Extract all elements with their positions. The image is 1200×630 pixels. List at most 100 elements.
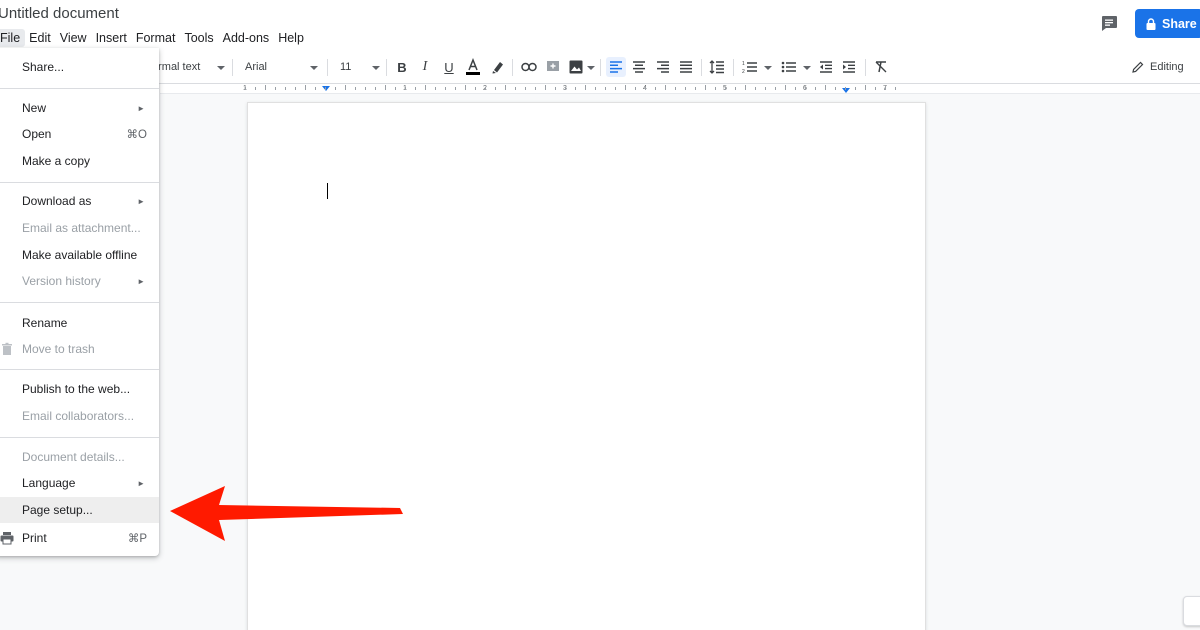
editing-mode-label: Editing	[1150, 61, 1184, 73]
menu-format[interactable]: Format	[132, 29, 181, 47]
header: Untitled document File Edit View Insert …	[0, 0, 1200, 50]
ruler-tick	[415, 87, 416, 90]
add-comment-icon	[547, 61, 559, 71]
align-center-button[interactable]	[629, 57, 649, 77]
italic-icon: I	[422, 59, 428, 74]
insert-image-button[interactable]	[566, 57, 586, 77]
ruler-tick	[265, 85, 266, 90]
menu-item-label: Document details...	[22, 450, 125, 464]
ruler-tick	[835, 87, 836, 90]
image-icon	[569, 60, 583, 74]
menu-item-open[interactable]: Open ⌘O	[0, 121, 159, 147]
share-label: Share	[1162, 16, 1197, 31]
comment-icon	[1102, 16, 1117, 31]
submenu-arrow-icon: ►	[137, 276, 145, 286]
justify-button[interactable]	[676, 57, 696, 77]
ruler-tick	[475, 87, 476, 90]
menu-item-label: Print	[22, 531, 47, 545]
insert-link-button[interactable]	[519, 57, 539, 77]
link-icon	[521, 62, 537, 72]
menu-insert[interactable]: Insert	[92, 29, 132, 47]
toolbar-divider	[512, 59, 513, 76]
align-right-button[interactable]	[653, 57, 673, 77]
menu-view[interactable]: View	[56, 29, 92, 47]
menu-item-share[interactable]: Share...	[0, 54, 159, 80]
menu-item-new[interactable]: New ►	[0, 95, 159, 121]
underline-icon: U	[444, 59, 454, 75]
numbered-list-icon: 1 2	[742, 61, 757, 74]
menu-item-publish-to-the-web[interactable]: Publish to the web...	[0, 376, 159, 402]
menu-file[interactable]: File	[0, 29, 26, 47]
share-button[interactable]: Share	[1135, 9, 1200, 38]
ruler-tick	[645, 87, 646, 90]
toolbar: ormal text Arial 11 B I U 1 2 Editing	[0, 50, 1200, 84]
bulleted-list-button[interactable]	[779, 57, 799, 77]
ruler-tick	[485, 87, 486, 90]
ruler-tick	[315, 87, 316, 90]
menu-item-make-available-offline[interactable]: Make available offline	[0, 242, 159, 268]
ruler[interactable]: 1 1 2 3 4 5 6 7	[160, 84, 1200, 94]
trash-icon	[2, 342, 12, 355]
italic-button[interactable]: I	[415, 57, 435, 77]
ruler-tick	[665, 85, 666, 90]
ruler-tick	[465, 85, 466, 90]
ruler-tick	[555, 87, 556, 90]
ruler-tick	[515, 87, 516, 90]
menu-item-email-collaborators: Email collaborators...	[0, 403, 159, 429]
ruler-tick	[255, 87, 256, 90]
menu-item-label: Email collaborators...	[22, 409, 135, 423]
ruler-tick	[745, 85, 746, 90]
menu-edit[interactable]: Edit	[25, 29, 56, 47]
decrease-indent-button[interactable]	[816, 57, 836, 77]
ruler-tick	[545, 85, 546, 90]
align-left-button[interactable]	[606, 57, 626, 77]
ruler-tick	[505, 85, 506, 90]
increase-indent-button[interactable]	[839, 57, 859, 77]
menu-item-print[interactable]: Print ⌘P	[0, 525, 159, 551]
ruler-tick	[345, 85, 346, 90]
ruler-tick	[395, 87, 396, 90]
menu-item-label: Version history	[22, 274, 101, 288]
document-page[interactable]	[247, 102, 926, 630]
menu-item-page-setup[interactable]: Page setup...	[0, 497, 159, 523]
clear-formatting-button[interactable]	[871, 57, 891, 77]
menu-item-download-as[interactable]: Download as ►	[0, 188, 159, 214]
pencil-icon	[1132, 61, 1144, 73]
menu-add-ons[interactable]: Add-ons	[219, 29, 275, 47]
editing-mode-button[interactable]: Editing	[1131, 50, 1184, 84]
left-indent-marker[interactable]	[322, 86, 330, 91]
line-spacing-button[interactable]	[707, 57, 727, 77]
ruler-tick	[585, 85, 586, 90]
font-select[interactable]: Arial	[245, 50, 267, 84]
highlight-color-button[interactable]	[488, 57, 508, 77]
bold-icon: B	[397, 59, 407, 75]
insert-comment-button[interactable]	[543, 57, 563, 77]
explore-button[interactable]	[1183, 596, 1200, 626]
menu-item-label: Share...	[22, 60, 65, 74]
menu-item-rename[interactable]: Rename	[0, 310, 159, 336]
menu-help[interactable]: Help	[274, 29, 309, 47]
menu-tools[interactable]: Tools	[180, 29, 218, 47]
ruler-tick	[455, 87, 456, 90]
font-size-select[interactable]: 11	[340, 50, 351, 84]
comments-button[interactable]	[1098, 12, 1120, 34]
numbered-list-button[interactable]: 1 2	[740, 57, 760, 77]
ruler-tick	[565, 87, 566, 90]
style-select[interactable]: ormal text	[152, 50, 200, 84]
ruler-tick	[575, 87, 576, 90]
increase-indent-icon	[843, 61, 855, 73]
bold-button[interactable]: B	[392, 57, 412, 77]
ruler-tick	[355, 87, 356, 90]
menu-item-language[interactable]: Language ►	[0, 470, 159, 496]
ruler-tick	[885, 87, 886, 90]
toolbar-divider	[865, 59, 866, 76]
menu-divider	[0, 369, 159, 370]
document-title[interactable]: Untitled document	[0, 5, 119, 22]
menu-item-make-a-copy[interactable]: Make a copy	[0, 148, 159, 174]
right-indent-marker[interactable]	[842, 88, 850, 93]
toolbar-divider	[600, 59, 601, 76]
text-color-button[interactable]	[463, 57, 483, 77]
menubar: File Edit View Insert Format Tools Add-o…	[0, 29, 309, 47]
ruler-tick	[245, 87, 246, 90]
underline-button[interactable]: U	[439, 57, 459, 77]
